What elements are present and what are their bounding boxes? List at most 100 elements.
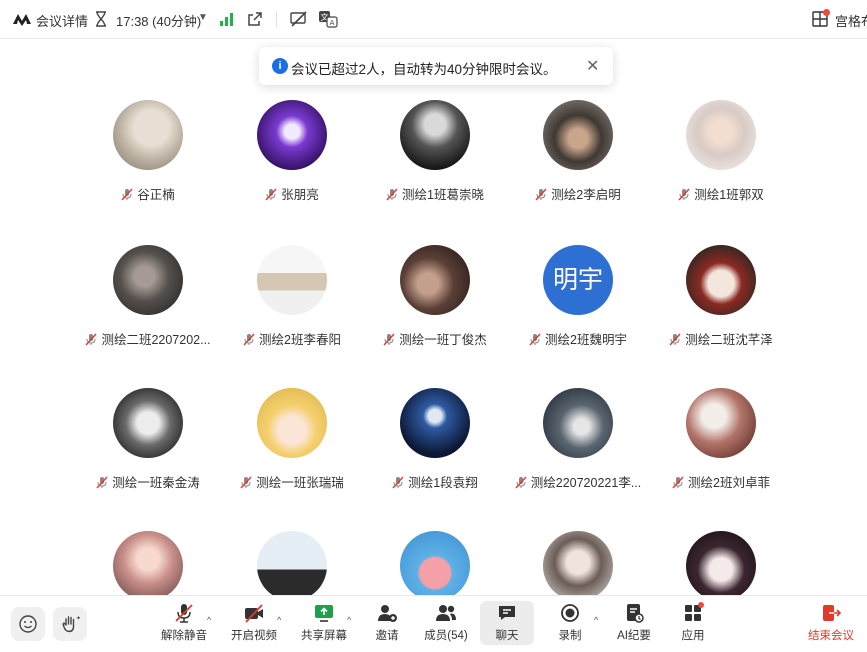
external-link-icon[interactable] bbox=[247, 11, 263, 27]
meeting-timer[interactable]: 17:38 (40分钟) bbox=[116, 11, 201, 30]
avatar[interactable] bbox=[400, 100, 470, 170]
video-options-caret[interactable]: ^ bbox=[277, 615, 281, 625]
divider bbox=[276, 11, 277, 27]
bottom-toolbar: ✦ 解除静音 ^ 开启视频 ^ 共享屏幕 ^ 邀请 成员(54) 聊天 录制 ^… bbox=[0, 595, 867, 652]
invite-button[interactable]: 邀请 bbox=[357, 602, 417, 643]
avatar[interactable] bbox=[543, 388, 613, 458]
ai-notes-icon bbox=[627, 604, 644, 623]
mic-muted-icon bbox=[85, 333, 97, 346]
svg-text:✦: ✦ bbox=[76, 615, 80, 622]
avatar[interactable] bbox=[113, 245, 183, 315]
layout-menu[interactable]: 宫格布 bbox=[835, 11, 867, 30]
smiley-icon bbox=[19, 615, 37, 633]
participant-tile[interactable]: 测绘2班刘卓菲 bbox=[636, 378, 806, 508]
tencent-meeting-logo-icon bbox=[13, 14, 31, 26]
members-icon bbox=[436, 605, 456, 621]
avatar[interactable] bbox=[543, 531, 613, 595]
avatar[interactable] bbox=[686, 388, 756, 458]
share-options-caret[interactable]: ^ bbox=[347, 615, 351, 625]
ai-summary-label: AI纪要 bbox=[617, 630, 651, 642]
notification-badge bbox=[823, 9, 830, 16]
record-label: 录制 bbox=[558, 630, 582, 642]
participant-name-text: 测绘220720221李... bbox=[530, 476, 642, 490]
audio-options-caret[interactable]: ^ bbox=[207, 615, 211, 625]
participant-name-text: 测绘1班葛崇晓 bbox=[402, 188, 484, 202]
unmute-label: 解除静音 bbox=[161, 630, 207, 642]
end-meeting-button[interactable]: 结束会议 bbox=[801, 602, 861, 643]
start-video-label: 开启视频 bbox=[231, 630, 277, 642]
avatar[interactable] bbox=[543, 100, 613, 170]
participant-name: 测绘1班郭双 bbox=[636, 184, 806, 203]
participant-name-text: 测绘2班李春阳 bbox=[259, 333, 341, 347]
end-meeting-label: 结束会议 bbox=[808, 630, 854, 642]
mic-muted-icon bbox=[535, 188, 547, 201]
avatar-initials: 明宇 bbox=[543, 245, 613, 315]
translate-icon[interactable]: 文 A bbox=[318, 10, 338, 28]
participant-name-text: 测绘二班2207202... bbox=[101, 333, 211, 347]
mic-muted-icon bbox=[392, 476, 404, 489]
avatar[interactable] bbox=[257, 531, 327, 595]
mic-muted-icon bbox=[383, 333, 395, 346]
camera-off-icon bbox=[245, 604, 263, 623]
avatar[interactable] bbox=[257, 100, 327, 170]
avatar[interactable] bbox=[400, 388, 470, 458]
participant-name: 测绘2班刘卓菲 bbox=[636, 472, 806, 491]
avatar[interactable] bbox=[400, 245, 470, 315]
avatar[interactable] bbox=[400, 531, 470, 595]
mic-muted-icon bbox=[515, 476, 527, 489]
svg-text:A: A bbox=[330, 19, 335, 27]
notice-text: 会议已超过2人，自动转为40分钟限时会议。 bbox=[291, 62, 557, 77]
participant-tile[interactable] bbox=[636, 521, 806, 595]
ai-summary-button[interactable]: AI纪要 bbox=[604, 602, 664, 643]
mic-muted-icon bbox=[386, 188, 398, 201]
record-button[interactable]: 录制 bbox=[540, 602, 600, 643]
close-icon[interactable]: ✕ bbox=[586, 56, 599, 76]
emoji-reaction-button[interactable] bbox=[11, 607, 45, 641]
share-screen-label: 共享屏幕 bbox=[301, 630, 347, 642]
unmute-button[interactable]: 解除静音 bbox=[154, 602, 214, 643]
participant-name-text: 测绘一班丁俊杰 bbox=[399, 333, 487, 347]
screen-share-disabled-icon[interactable] bbox=[290, 11, 308, 27]
network-signal-icon[interactable] bbox=[220, 12, 233, 26]
invite-label: 邀请 bbox=[375, 630, 399, 642]
mic-muted-icon bbox=[529, 333, 541, 346]
share-screen-icon bbox=[315, 605, 333, 622]
chevron-down-icon[interactable]: ▼ bbox=[198, 12, 208, 23]
mic-muted-icon bbox=[121, 188, 133, 201]
avatar[interactable] bbox=[686, 531, 756, 595]
top-bar: 会议详情 17:38 (40分钟) ▼ 文 A 宫格布 bbox=[0, 0, 867, 39]
avatar[interactable] bbox=[113, 100, 183, 170]
avatar[interactable] bbox=[113, 531, 183, 595]
participant-name-text: 测绘一班秦金涛 bbox=[112, 476, 200, 490]
participant-name-text: 测绘2李启明 bbox=[551, 188, 621, 202]
record-options-caret[interactable]: ^ bbox=[594, 615, 598, 625]
avatar[interactable] bbox=[686, 100, 756, 170]
exit-icon bbox=[823, 605, 842, 621]
share-screen-button[interactable]: 共享屏幕 bbox=[294, 602, 354, 643]
participant-name-text: 测绘1班郭双 bbox=[694, 188, 764, 202]
mic-muted-icon bbox=[678, 188, 690, 201]
mic-muted-icon bbox=[175, 604, 193, 623]
avatar[interactable] bbox=[113, 388, 183, 458]
participant-tile[interactable]: 测绘1班郭双 bbox=[636, 90, 806, 220]
members-label: 成员(54) bbox=[424, 630, 468, 642]
chat-icon bbox=[499, 606, 515, 620]
mic-muted-icon bbox=[96, 476, 108, 489]
chat-button[interactable]: 聊天 bbox=[480, 601, 534, 645]
avatar[interactable] bbox=[257, 245, 327, 315]
raise-hand-button[interactable]: ✦ bbox=[53, 607, 87, 641]
record-icon bbox=[561, 604, 579, 622]
start-video-button[interactable]: 开启视频 bbox=[224, 602, 284, 643]
participant-name-text: 张朋亮 bbox=[281, 188, 319, 202]
avatar[interactable] bbox=[257, 388, 327, 458]
meeting-details-link[interactable]: 会议详情 bbox=[36, 11, 88, 30]
members-button[interactable]: 成员(54) bbox=[416, 602, 476, 643]
apps-button[interactable]: 应用 bbox=[663, 602, 723, 643]
apps-grid-icon bbox=[685, 602, 704, 621]
time-limit-notice: i 会议已超过2人，自动转为40分钟限时会议。 ✕ bbox=[259, 47, 613, 85]
avatar[interactable] bbox=[686, 245, 756, 315]
participant-name-text: 测绘2班魏明宇 bbox=[545, 333, 627, 347]
participant-grid: 谷正楠 张朋亮 测绘1班葛崇晓 测绘2李启明 测绘1班郭双 测绘二班2207202... 测… bbox=[0, 90, 867, 595]
avatar[interactable]: 明宇 bbox=[543, 245, 613, 315]
participant-tile[interactable]: 测绘二班沈芊泽 bbox=[636, 235, 806, 365]
